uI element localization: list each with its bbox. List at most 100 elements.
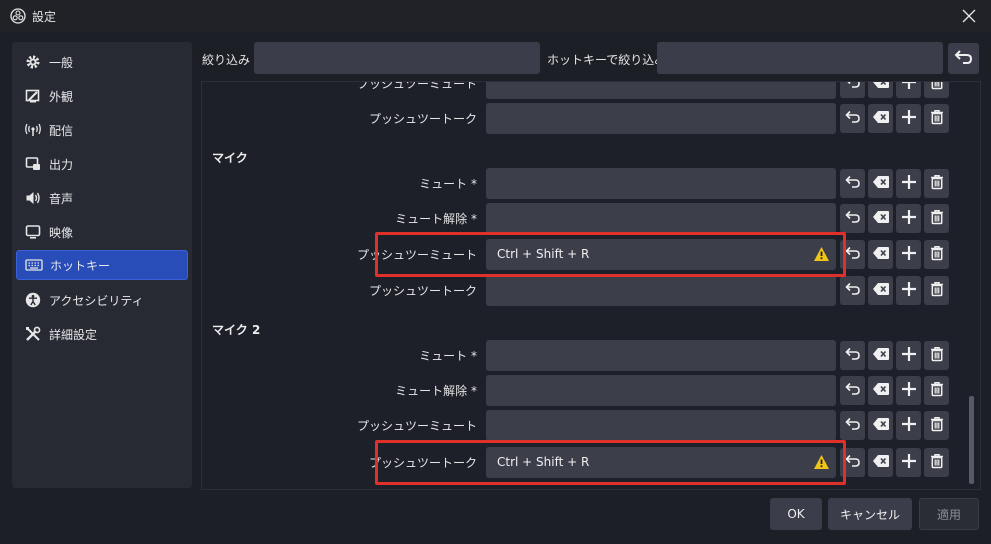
clear-button[interactable] <box>868 276 893 305</box>
sidebar-item-stream[interactable]: 配信 <box>16 115 188 145</box>
scrollbar-thumb[interactable] <box>969 396 974 484</box>
backspace-icon <box>872 417 890 434</box>
hotkey-field[interactable] <box>486 375 836 406</box>
sidebar-item-hotkeys[interactable]: ホットキー <box>16 250 188 280</box>
add-button[interactable] <box>896 341 921 370</box>
add-button[interactable] <box>896 82 921 98</box>
delete-button[interactable] <box>924 104 949 133</box>
revert-button[interactable] <box>840 240 865 269</box>
add-button[interactable] <box>896 276 921 305</box>
sidebar-item-advanced[interactable]: 詳細設定 <box>16 319 188 349</box>
clear-button[interactable] <box>868 82 893 98</box>
backspace-icon <box>872 110 890 127</box>
sidebar-item-general[interactable]: 一般 <box>16 47 188 77</box>
clear-button[interactable] <box>868 204 893 233</box>
add-button[interactable] <box>896 169 921 198</box>
plus-icon <box>901 453 917 472</box>
delete-button[interactable] <box>924 240 949 269</box>
hotkey-field[interactable] <box>486 203 836 234</box>
sidebar-item-output[interactable]: 出力 <box>16 149 188 179</box>
revert-button[interactable] <box>840 276 865 305</box>
revert-button[interactable] <box>840 376 865 405</box>
sidebar-item-label: ホットキー <box>50 258 111 273</box>
group-label-mic-2: マイク 2 <box>212 323 261 337</box>
sidebar-item-audio[interactable]: 音声 <box>16 183 188 213</box>
revert-button[interactable] <box>840 169 865 198</box>
add-button[interactable] <box>896 411 921 440</box>
hotkey-field[interactable]: Ctrl + Shift + R <box>486 239 836 270</box>
hotkey-label: プッシュツーミュート <box>356 248 477 262</box>
sidebar-item-accessibility[interactable]: アクセシビリティ <box>16 285 188 315</box>
add-button[interactable] <box>896 376 921 405</box>
revert-button[interactable] <box>840 411 865 440</box>
add-button[interactable] <box>896 240 921 269</box>
hotkey-field[interactable] <box>486 103 836 134</box>
broadcast-icon <box>24 121 42 139</box>
hotkey-field[interactable] <box>486 168 836 199</box>
hotkey-field[interactable]: Ctrl + Shift + R <box>486 447 836 478</box>
plus-icon <box>901 281 917 300</box>
ok-button[interactable]: OK <box>770 498 822 530</box>
hotkey-row: ミュート * <box>202 168 962 199</box>
revert-button[interactable] <box>840 341 865 370</box>
backspace-icon <box>872 454 890 471</box>
delete-button[interactable] <box>924 82 949 98</box>
hotkey-field[interactable] <box>486 82 836 99</box>
cancel-button[interactable]: キャンセル <box>828 498 912 530</box>
sidebar-item-appearance[interactable]: 外観 <box>16 81 188 111</box>
obs-logo-icon <box>10 8 26 24</box>
reset-filter-button[interactable] <box>948 43 979 74</box>
delete-button[interactable] <box>924 276 949 305</box>
trash-icon <box>929 346 945 365</box>
clear-button[interactable] <box>868 240 893 269</box>
hotkey-field[interactable] <box>486 340 836 371</box>
clear-button[interactable] <box>868 448 893 477</box>
clear-button[interactable] <box>868 341 893 370</box>
hotkey-field[interactable] <box>486 275 836 306</box>
clear-button[interactable] <box>868 104 893 133</box>
revert-button[interactable] <box>840 82 865 98</box>
hotkey-list: プッシュツーミュート プッシュツートーク マイク ミュート * ミュート解除 *… <box>201 81 981 490</box>
filter-input[interactable] <box>254 42 540 74</box>
trash-icon <box>929 82 945 93</box>
revert-button[interactable] <box>840 204 865 233</box>
delete-button[interactable] <box>924 376 949 405</box>
clear-button[interactable] <box>868 411 893 440</box>
undo-icon <box>845 82 861 92</box>
hotkey-filter-label: ホットキーで絞り込み <box>547 53 667 67</box>
delete-button[interactable] <box>924 341 949 370</box>
clear-button[interactable] <box>868 376 893 405</box>
add-button[interactable] <box>896 448 921 477</box>
plus-icon <box>901 174 917 193</box>
delete-button[interactable] <box>924 411 949 440</box>
revert-button[interactable] <box>840 104 865 133</box>
revert-button[interactable] <box>840 448 865 477</box>
hotkey-field[interactable] <box>486 410 836 441</box>
undo-icon <box>844 246 861 263</box>
sidebar-item-label: 配信 <box>49 123 74 138</box>
hotkey-row: プッシュツーミュート <box>202 410 962 441</box>
add-button[interactable] <box>896 104 921 133</box>
backspace-icon <box>872 246 890 263</box>
clear-button[interactable] <box>868 169 893 198</box>
trash-icon <box>929 109 945 128</box>
apply-button[interactable]: 適用 <box>919 498 979 530</box>
add-button[interactable] <box>896 204 921 233</box>
hotkey-label: プッシュツーミュート <box>356 419 477 433</box>
hotkey-filter-input[interactable] <box>657 42 943 74</box>
delete-button[interactable] <box>924 448 949 477</box>
undo-icon <box>844 347 861 364</box>
close-icon[interactable] <box>955 4 983 28</box>
warning-icon <box>813 454 830 470</box>
undo-icon <box>844 175 861 192</box>
speaker-icon <box>24 189 42 207</box>
sidebar-item-label: 一般 <box>49 55 74 70</box>
filter-label: 絞り込み <box>202 53 251 67</box>
keyboard-icon <box>25 256 43 274</box>
delete-button[interactable] <box>924 204 949 233</box>
trash-icon <box>929 174 945 193</box>
sidebar-item-video[interactable]: 映像 <box>16 217 188 247</box>
backspace-icon <box>872 282 890 299</box>
delete-button[interactable] <box>924 169 949 198</box>
hotkey-row: ミュート解除 * <box>202 375 962 406</box>
